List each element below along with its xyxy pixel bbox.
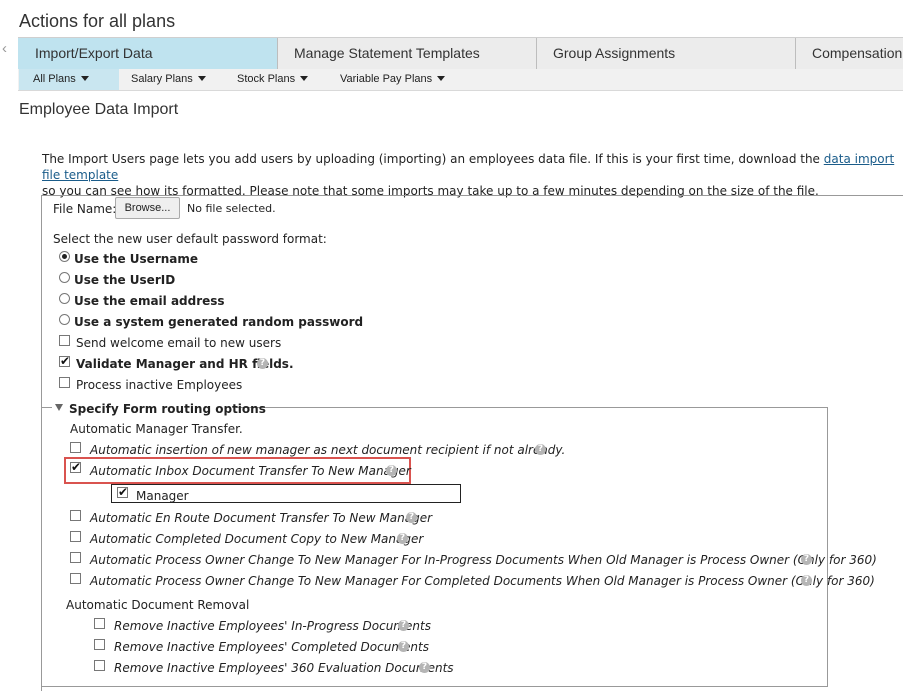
- checkbox-completed-copy[interactable]: [70, 531, 81, 542]
- radio-label: Use the UserID: [74, 273, 176, 287]
- radio-random-password[interactable]: [59, 314, 70, 325]
- checkbox-label: Process inactive Employees: [76, 378, 243, 392]
- checkbox-label: Remove Inactive Employees' 360 Evaluatio…: [114, 661, 454, 675]
- radio-use-username[interactable]: [59, 251, 70, 262]
- checkbox-remove-in-progress[interactable]: [94, 618, 105, 629]
- subtab-salary-plans[interactable]: Salary Plans: [131, 69, 231, 90]
- checkbox-label: Remove Inactive Employees' Completed Doc…: [114, 640, 429, 654]
- intro-text: The Import Users page lets you add users…: [42, 151, 902, 199]
- radio-use-email[interactable]: [59, 293, 70, 304]
- subtab-label: Variable Pay Plans: [340, 73, 433, 85]
- help-icon[interactable]: ?: [398, 641, 409, 652]
- section-title: Employee Data Import: [19, 101, 179, 118]
- radio-label: Use the Username: [74, 252, 199, 266]
- help-icon[interactable]: ?: [801, 554, 812, 565]
- chevron-down-icon: [300, 75, 309, 81]
- help-icon[interactable]: ?: [257, 358, 268, 369]
- checkbox-label: Send welcome email to new users: [76, 336, 282, 350]
- transfer-heading: Automatic Manager Transfer.: [70, 422, 243, 436]
- checkbox-auto-insertion[interactable]: [70, 442, 81, 453]
- checkbox-validate-manager-hr[interactable]: ✔: [59, 355, 70, 367]
- tab-import-export-data[interactable]: Import/Export Data: [18, 38, 278, 69]
- subtab-variable-pay-plans[interactable]: Variable Pay Plans: [340, 69, 470, 90]
- tab-compensation[interactable]: Compensation F: [796, 38, 903, 69]
- routing-legend[interactable]: Specify Form routing options: [69, 402, 266, 416]
- radio-use-userid[interactable]: [59, 272, 70, 283]
- checkbox-label: Automatic insertion of new manager as ne…: [90, 443, 566, 457]
- page-title: Actions for all plans: [19, 11, 176, 31]
- radio-label: Use the email address: [74, 294, 225, 308]
- intro-text-before: The Import Users page lets you add users…: [42, 152, 824, 166]
- help-icon[interactable]: ?: [535, 444, 546, 455]
- subtab-label: Salary Plans: [131, 73, 193, 85]
- browse-button[interactable]: Browse...: [115, 197, 180, 219]
- chevron-down-icon: [437, 75, 446, 81]
- checkbox-send-welcome-email[interactable]: [59, 335, 70, 346]
- subtab-label: All Plans: [33, 73, 76, 85]
- help-icon[interactable]: ?: [397, 533, 408, 544]
- checkbox-label: Automatic Inbox Document Transfer To New…: [90, 464, 411, 478]
- password-format-prompt: Select the new user default password for…: [53, 232, 327, 246]
- checkbox-owner-change-completed[interactable]: [70, 573, 81, 584]
- checkbox-label: Automatic Process Owner Change To New Ma…: [90, 574, 875, 588]
- collapse-triangle-icon[interactable]: [55, 404, 63, 411]
- removal-heading: Automatic Document Removal: [66, 598, 250, 612]
- checkbox-en-route-transfer[interactable]: [70, 510, 81, 521]
- help-icon[interactable]: ?: [398, 620, 409, 631]
- help-icon[interactable]: ?: [386, 465, 397, 476]
- plan-filter-bar: All Plans Salary Plans Stock Plans Varia…: [18, 69, 903, 91]
- checkbox-label: Remove Inactive Employees' In-Progress D…: [114, 619, 431, 633]
- subtab-all-plans[interactable]: All Plans: [19, 69, 119, 90]
- checkbox-label: Automatic Process Owner Change To New Ma…: [90, 553, 877, 567]
- help-icon[interactable]: ?: [406, 512, 417, 523]
- checkbox-remove-completed[interactable]: [94, 639, 105, 650]
- checkbox-label: Automatic Completed Document Copy to New…: [90, 532, 424, 546]
- checkbox-remove-360[interactable]: [94, 660, 105, 671]
- scroll-left-icon[interactable]: ‹: [2, 40, 7, 57]
- checkbox-owner-change-in-progress[interactable]: [70, 552, 81, 563]
- subtab-stock-plans[interactable]: Stock Plans: [237, 69, 337, 90]
- main-tab-bar: Import/Export Data Manage Statement Temp…: [18, 37, 903, 70]
- checkbox-inbox-transfer[interactable]: ✔: [70, 461, 81, 473]
- chevron-down-icon: [80, 75, 89, 81]
- file-name-label: File Name:: [53, 202, 117, 216]
- checkbox-process-inactive[interactable]: [59, 377, 70, 388]
- checkbox-label: Automatic En Route Document Transfer To …: [90, 511, 433, 525]
- subtab-label: Stock Plans: [237, 73, 296, 85]
- tab-manage-statement-templates[interactable]: Manage Statement Templates: [278, 38, 537, 69]
- tab-group-assignments[interactable]: Group Assignments: [537, 38, 796, 69]
- file-status: No file selected.: [187, 202, 276, 215]
- chevron-down-icon: [197, 75, 206, 81]
- radio-label: Use a system generated random password: [74, 315, 364, 329]
- checkbox-manager[interactable]: ✔: [117, 486, 128, 498]
- checkbox-label: Manager: [136, 489, 189, 503]
- help-icon[interactable]: ?: [801, 575, 812, 586]
- help-icon[interactable]: ?: [419, 662, 430, 673]
